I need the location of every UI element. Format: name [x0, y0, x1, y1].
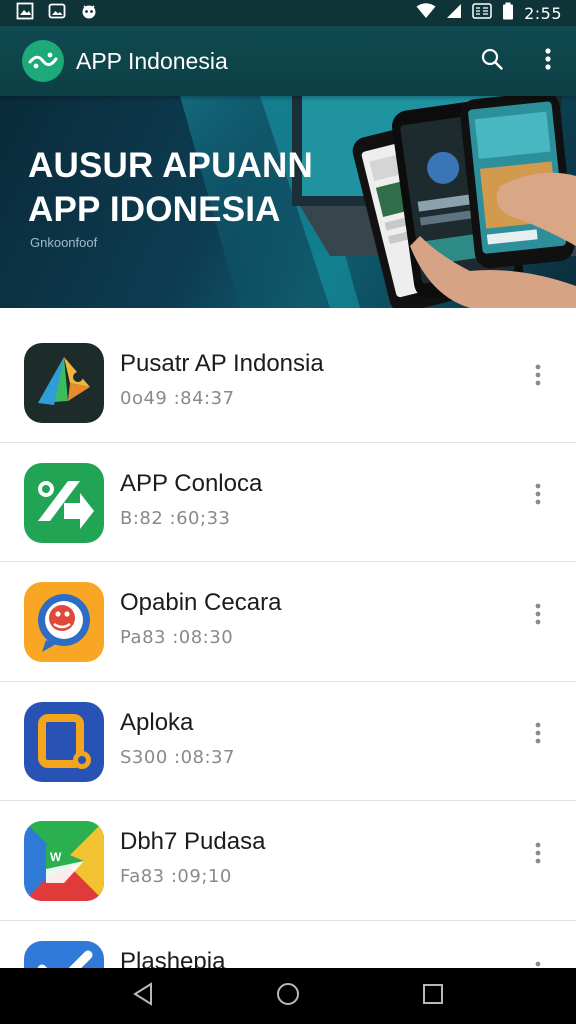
item-more-button[interactable]: [522, 481, 554, 513]
app-title: Aploka: [120, 708, 194, 736]
item-more-button[interactable]: [522, 600, 554, 632]
list-item[interactable]: Aploka S300 :08:37: [0, 682, 576, 801]
promo-banner[interactable]: AUSUR APUANN APP IDONESIA Gnkoonfoof: [0, 96, 576, 308]
chat-face-icon[interactable]: [24, 582, 104, 662]
list-item[interactable]: APP Conloca B:82 :60;33: [0, 443, 576, 562]
play-triangle-icon[interactable]: W: [24, 821, 104, 901]
phone-screen: 2:55 APP Indonesia AUSUR APUANN APP IDON…: [0, 0, 576, 1024]
recents-button[interactable]: [405, 968, 461, 1024]
more-vert-icon: [535, 364, 541, 391]
more-vert-icon: [535, 722, 541, 749]
app-title: Pusatr AP Indonsia: [120, 350, 324, 377]
home-button[interactable]: [260, 968, 316, 1024]
bot-notification-icon: [80, 2, 98, 25]
banner-headline-line1: AUSUR APUANN: [28, 146, 313, 185]
list-item[interactable]: Pusatr AP Indonsia 0o49 :84:37: [0, 323, 576, 443]
item-more-button[interactable]: [522, 720, 554, 752]
more-vert-icon: [535, 483, 541, 510]
app-meta: B:82 :60;33: [120, 507, 231, 529]
image-notification-icon: [16, 2, 34, 25]
clock: 2:55: [524, 3, 562, 23]
battery-icon: [502, 2, 514, 25]
sim-icon: [472, 2, 492, 24]
app-list: Pusatr AP Indonsia 0o49 :84:37 APP Conlo: [0, 323, 576, 1024]
app-toolbar: APP Indonesia: [0, 26, 576, 96]
recents-icon: [422, 983, 444, 1010]
app-title: APP Conloca: [120, 469, 263, 497]
app-meta: 0o49 :84:37: [120, 388, 235, 409]
app-meta: Fa83 :09;10: [120, 866, 232, 887]
photo-notification-icon: [48, 2, 66, 25]
item-more-button[interactable]: [522, 839, 554, 871]
signal-icon: [446, 3, 462, 24]
map-navigation-icon[interactable]: [24, 343, 104, 423]
search-icon: [480, 47, 504, 76]
app-title: Opabin Cecara: [120, 589, 282, 616]
navigation-bar: [0, 968, 576, 1024]
home-icon: [276, 982, 300, 1011]
banner-headline: AUSUR APUANN APP IDONESIA: [28, 144, 313, 232]
svg-text:W: W: [50, 850, 62, 864]
search-button[interactable]: [464, 33, 520, 89]
list-item[interactable]: W Dbh7 Pudasa Fa83 :09;10: [0, 801, 576, 921]
banner-subtitle: Gnkoonfoof: [30, 235, 98, 250]
more-vert-icon: [535, 842, 541, 869]
app-meta: Pa83 :08:30: [120, 627, 234, 648]
app-logo-icon[interactable]: [22, 40, 64, 82]
more-vert-icon: [544, 47, 552, 76]
toolbar-title: APP Indonesia: [76, 47, 228, 74]
more-vert-icon: [535, 603, 541, 630]
banner-headline-line2: APP IDONESIA: [28, 190, 281, 229]
square-dot-icon[interactable]: [24, 701, 104, 782]
item-more-button[interactable]: [522, 361, 554, 393]
overflow-menu-button[interactable]: [520, 33, 576, 89]
back-icon: [132, 981, 154, 1011]
percent-arrow-icon[interactable]: [24, 462, 104, 543]
back-button[interactable]: [115, 968, 171, 1024]
app-meta: S300 :08:37: [120, 746, 235, 768]
status-bar: 2:55: [0, 0, 576, 26]
list-item[interactable]: Opabin Cecara Pa83 :08:30: [0, 562, 576, 682]
wifi-icon: [416, 2, 436, 24]
app-title: Dbh7 Pudasa: [120, 828, 266, 855]
